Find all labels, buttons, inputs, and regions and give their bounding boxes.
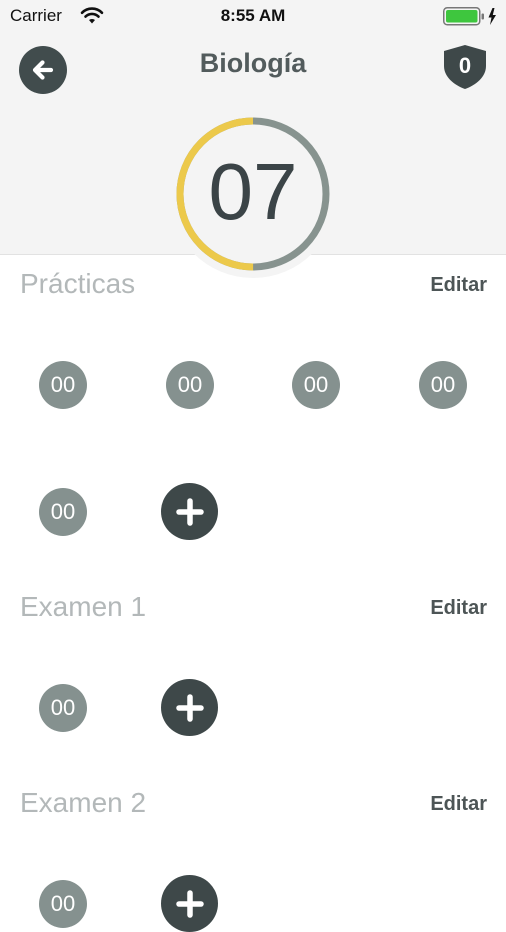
status-time: 8:55 AM: [220, 6, 286, 25]
score-value: 07: [208, 147, 298, 236]
grade-badge[interactable]: 00: [39, 684, 87, 732]
page-title: Biología: [199, 48, 307, 78]
plus-icon: [175, 889, 204, 918]
grade-badge[interactable]: 00: [39, 880, 87, 928]
plus-icon: [175, 693, 204, 722]
battery-icon: [443, 7, 496, 26]
add-grade-practicas-button[interactable]: [161, 483, 218, 540]
section-title-practicas: Prácticas: [20, 268, 136, 299]
edit-practicas-button[interactable]: Editar: [430, 274, 487, 297]
edit-examen-1-button[interactable]: Editar: [430, 597, 487, 620]
add-grade-examen-1-button[interactable]: [161, 679, 218, 736]
shield-badge-count: 0: [458, 53, 472, 78]
grade-badge[interactable]: 00: [166, 361, 214, 409]
add-grade-examen-2-button[interactable]: [161, 875, 218, 932]
section-title-examen-1: Examen 1: [20, 591, 147, 622]
plus-icon: [175, 497, 204, 526]
grade-badge[interactable]: 00: [292, 361, 340, 409]
edit-examen-2-button[interactable]: Editar: [430, 793, 487, 816]
section-title-examen-2: Examen 2: [20, 787, 147, 818]
grade-badge[interactable]: 00: [39, 488, 87, 536]
status-bar: Carrier 8:55 AM: [0, 0, 506, 34]
grade-badge[interactable]: 00: [39, 361, 87, 409]
grade-badge[interactable]: 00: [419, 361, 467, 409]
